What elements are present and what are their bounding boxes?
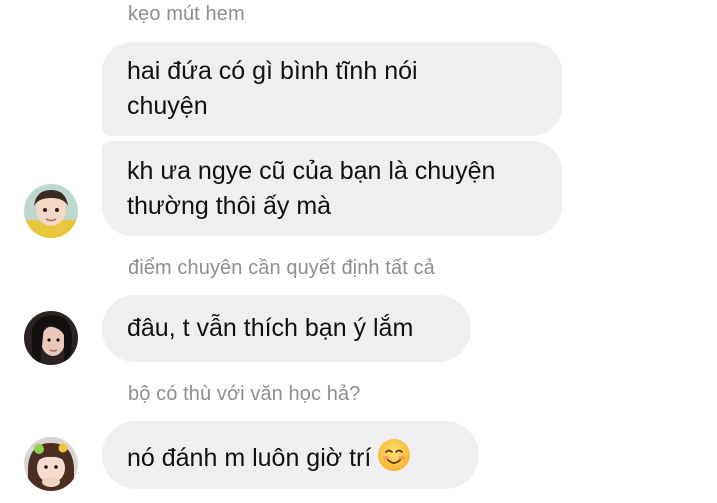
smiling-face-emoji-icon [378,439,411,471]
avatar[interactable] [24,437,78,491]
avatar[interactable] [24,184,78,238]
message-bubble[interactable]: nó đánh m luôn giờ trí [102,421,479,489]
message-line: chuyện [127,92,208,120]
message-line: thường thôi ấy mà [127,192,332,220]
message-line: đâu, t vẫn thích bạn ý lắm [127,314,414,342]
sender-name: điểm chuyên cần quyết định tất cả [128,257,435,279]
message-line: kh ưa ngye cũ của bạn là chuyện [127,157,496,185]
avatar-image [24,184,78,238]
message-bubble[interactable]: đâu, t vẫn thích bạn ý lắm [102,295,471,362]
message-line: hai đứa có gì bình tĩnh nói [127,57,418,85]
avatar[interactable] [24,311,78,365]
sender-name: bộ có thù với văn học hả? [128,383,361,405]
message-line: nó đánh m luôn giờ trí [127,444,372,472]
sender-name: kẹo mút hem [128,3,245,25]
message-bubble[interactable]: hai đứa có gì bình tĩnh nói chuyện [102,42,562,136]
avatar-image [24,437,78,491]
avatar-image [24,311,78,365]
message-bubble[interactable]: kh ưa ngye cũ của bạn là chuyện thường t… [102,141,562,236]
